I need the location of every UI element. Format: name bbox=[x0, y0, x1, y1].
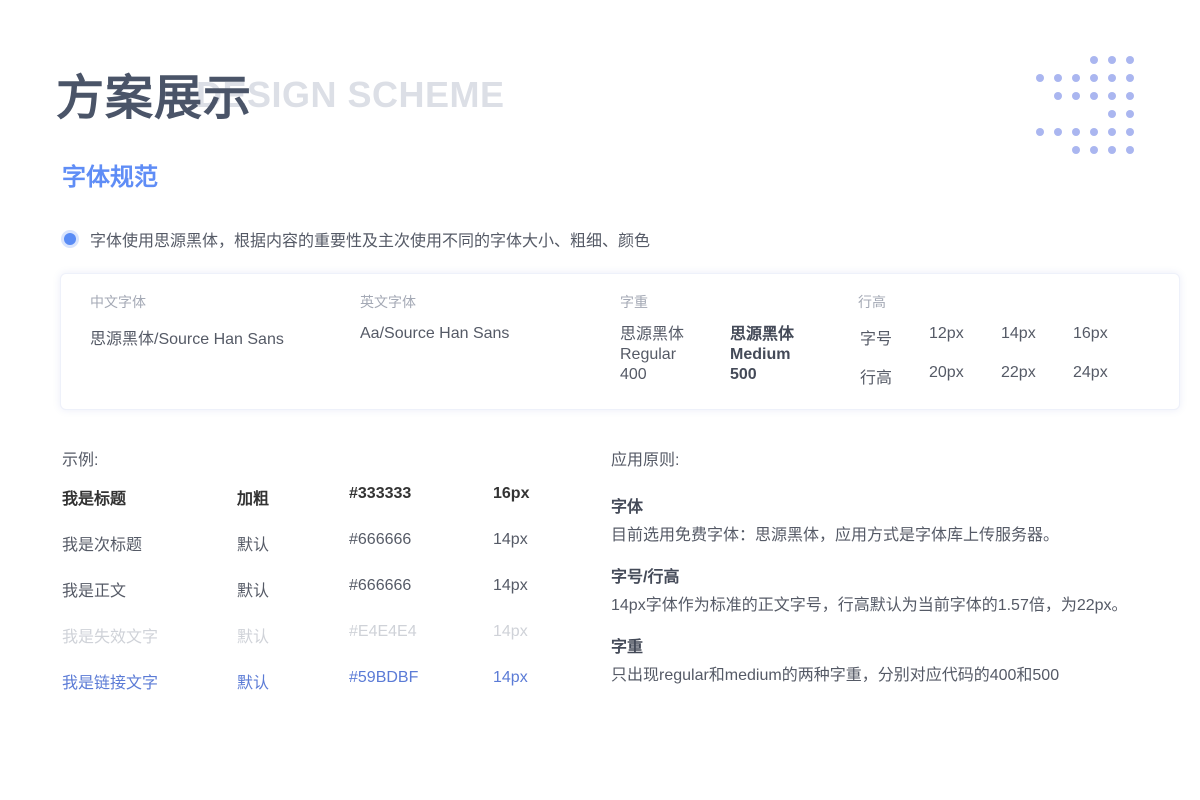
weight-label: 字重 bbox=[620, 294, 648, 310]
example-row-link: 我是链接文字 默认 #59BDBF 14px bbox=[62, 669, 562, 692]
line-height-label: 行高 bbox=[858, 294, 886, 310]
size-row-label: 字号 bbox=[860, 331, 893, 348]
weight-medium-block: 思源黑体 Medium 500 bbox=[730, 325, 794, 385]
weight-regular-code: 400 bbox=[620, 366, 647, 383]
weight-regular-name: 思源黑体 bbox=[620, 326, 685, 343]
principle-heading: 字号/行高 bbox=[611, 569, 680, 586]
intro-row: 字体使用思源黑体，根据内容的重要性及主次使用不同的字体大小、粗细、颜色 bbox=[62, 227, 650, 251]
example-color: #333333 bbox=[349, 485, 412, 502]
example-color: #666666 bbox=[349, 531, 412, 548]
en-font-label: 英文字体 bbox=[360, 294, 416, 310]
intro-text: 字体使用思源黑体，根据内容的重要性及主次使用不同的字体大小、粗细、颜色 bbox=[90, 233, 651, 250]
cn-font-label: 中文字体 bbox=[90, 294, 146, 310]
example-color: #E4E4E4 bbox=[349, 623, 417, 640]
example-weight: 加粗 bbox=[237, 491, 270, 508]
weight-regular-style: Regular bbox=[620, 346, 677, 363]
examples-label: 示例: bbox=[62, 452, 99, 469]
line-value: 20px bbox=[929, 364, 964, 381]
example-size: 14px bbox=[493, 623, 528, 640]
example-weight: 默认 bbox=[237, 537, 270, 554]
principle-body: 14px字体作为标准的正文字号，行高默认为当前字体的1.57倍，为22px。 bbox=[611, 597, 1128, 614]
example-row-title: 我是标题 加粗 #333333 16px bbox=[62, 485, 562, 508]
line-value: 22px bbox=[1001, 364, 1036, 381]
principle-body: 只出现regular和medium的两种字重，分别对应代码的400和500 bbox=[611, 667, 1060, 684]
example-name: 我是链接文字 bbox=[62, 675, 159, 692]
example-name: 我是标题 bbox=[62, 491, 127, 508]
example-name: 我是次标题 bbox=[62, 537, 143, 554]
example-row-body: 我是正文 默认 #666666 14px bbox=[62, 577, 562, 600]
weight-regular-block: 思源黑体 Regular 400 bbox=[620, 325, 684, 385]
example-size: 16px bbox=[493, 485, 530, 502]
example-weight: 默认 bbox=[237, 583, 270, 600]
en-font-value: Aa/Source Han Sans bbox=[360, 325, 510, 342]
example-name: 我是失效文字 bbox=[62, 629, 159, 646]
example-weight: 默认 bbox=[237, 675, 270, 692]
example-size: 14px bbox=[493, 531, 528, 548]
page-title: 方案展示 bbox=[56, 72, 253, 125]
weight-medium-code: 500 bbox=[730, 366, 757, 383]
dot-pattern-decoration bbox=[1036, 56, 1134, 154]
example-color: #59BDBF bbox=[349, 669, 419, 686]
line-row-label: 行高 bbox=[860, 370, 893, 387]
principle-heading: 字重 bbox=[611, 639, 644, 656]
example-size: 14px bbox=[493, 577, 528, 594]
example-row-disabled: 我是失效文字 默认 #E4E4E4 14px bbox=[62, 623, 562, 646]
example-size: 14px bbox=[493, 669, 528, 686]
section-title: 字体规范 bbox=[62, 164, 158, 191]
size-value: 12px bbox=[929, 325, 964, 342]
principles-label: 应用原则: bbox=[611, 452, 680, 469]
principle-heading: 字体 bbox=[611, 499, 644, 516]
principle-body: 目前选用免费字体：思源黑体，应用方式是字体库上传服务器。 bbox=[611, 527, 1060, 544]
size-value: 16px bbox=[1073, 325, 1108, 342]
example-weight: 默认 bbox=[237, 629, 270, 646]
weight-medium-style: Medium bbox=[730, 346, 791, 363]
size-value: 14px bbox=[1001, 325, 1036, 342]
example-row-subtitle: 我是次标题 默认 #666666 14px bbox=[62, 531, 562, 554]
line-value: 24px bbox=[1073, 364, 1108, 381]
weight-medium-name: 思源黑体 bbox=[730, 326, 795, 343]
example-name: 我是正文 bbox=[62, 583, 127, 600]
cn-font-value: 思源黑体/Source Han Sans bbox=[90, 331, 284, 348]
example-color: #666666 bbox=[349, 577, 412, 594]
bullet-dot-icon bbox=[64, 233, 76, 245]
